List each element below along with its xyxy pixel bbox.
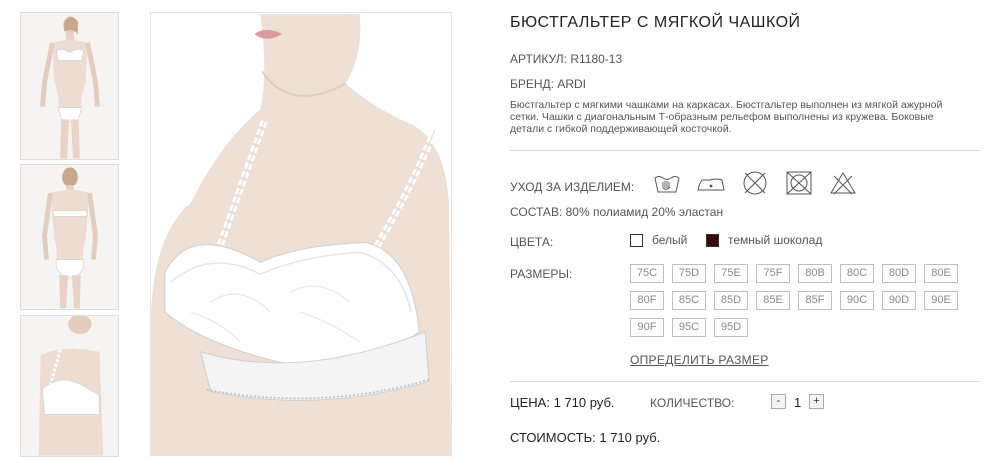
no-dry-clean-icon xyxy=(740,170,770,196)
product-title: БЮСТГАЛЬТЕР С МЯГКОЙ ЧАШКОЙ xyxy=(510,14,801,31)
color-option-white[interactable]: белый xyxy=(630,233,687,247)
size-option[interactable]: 75E xyxy=(714,264,748,283)
size-option[interactable]: 85C xyxy=(672,291,706,310)
divider xyxy=(510,381,980,382)
size-option[interactable]: 90D xyxy=(882,291,916,310)
size-option[interactable]: 85D xyxy=(714,291,748,310)
size-option[interactable]: 75F xyxy=(756,264,790,283)
size-option[interactable]: 80D xyxy=(882,264,916,283)
size-option[interactable]: 80E xyxy=(924,264,958,283)
product-brand: БРЕНД: ARDI xyxy=(510,77,587,91)
size-options: 75C 75D 75E 75F 80B 80C 80D 80E 80F 85C 85D 85E 85F 9… xyxy=(630,264,966,337)
thumbnail-front-image xyxy=(21,13,118,159)
thumbnail-side-image xyxy=(21,316,118,456)
thumbnail-back[interactable] xyxy=(20,164,119,310)
quantity-value[interactable]: 1 xyxy=(794,395,801,410)
size-option[interactable]: 95D xyxy=(714,318,748,337)
size-option[interactable]: 95C xyxy=(672,318,706,337)
size-option[interactable]: 80F xyxy=(630,291,664,310)
product-composition: СОСТАВ: 80% полиамид 20% эластан xyxy=(510,205,724,219)
size-option[interactable]: 90E xyxy=(924,291,958,310)
product-photo xyxy=(151,13,451,457)
size-option[interactable]: 75D xyxy=(672,264,706,283)
thumbnail-front[interactable] xyxy=(20,12,119,160)
size-option[interactable]: 90F xyxy=(630,318,664,337)
iron-low-icon xyxy=(696,170,726,196)
product-article: АРТИКУЛ: R1180-13 xyxy=(510,52,623,66)
main-product-image[interactable] xyxy=(150,12,452,457)
color-swatch xyxy=(630,233,643,247)
no-tumble-dry-icon xyxy=(784,170,814,196)
size-guide-link[interactable]: ОПРЕДЕЛИТЬ РАЗМЕР xyxy=(630,353,769,367)
color-label: белый xyxy=(652,233,688,247)
quantity-label: КОЛИЧЕСТВО: xyxy=(650,396,735,410)
color-swatch xyxy=(706,233,719,247)
thumbnail-side[interactable] xyxy=(20,315,119,457)
colors-label: ЦВЕТА: xyxy=(510,235,554,249)
care-label: УХОД ЗА ИЗДЕЛИЕМ: xyxy=(510,180,635,194)
product-price: ЦЕНА: 1 710 руб. xyxy=(510,395,615,410)
size-option[interactable]: 80C xyxy=(840,264,874,283)
size-option[interactable]: 85E xyxy=(756,291,790,310)
size-option[interactable]: 80B xyxy=(798,264,832,283)
size-option[interactable]: 85F xyxy=(798,291,832,310)
sizes-label: РАЗМЕРЫ: xyxy=(510,267,573,281)
thumbnail-back-image xyxy=(21,165,118,309)
quantity-decrease-button[interactable]: - xyxy=(771,394,786,409)
divider xyxy=(510,150,980,151)
size-option[interactable]: 90C xyxy=(840,291,874,310)
size-option[interactable]: 75C xyxy=(630,264,664,283)
color-option-dark-chocolate[interactable]: темный шоколад xyxy=(706,233,822,247)
order-total: СТОИМОСТЬ: 1 710 руб. xyxy=(510,430,661,445)
product-description: Бюстгальтер с мягкими чашками на каркаса… xyxy=(510,99,943,135)
color-label: темный шоколад xyxy=(728,233,823,247)
hand-wash-icon xyxy=(652,170,682,196)
no-bleach-icon xyxy=(828,170,858,196)
quantity-increase-button[interactable]: + xyxy=(809,394,824,409)
care-icons xyxy=(652,170,858,196)
